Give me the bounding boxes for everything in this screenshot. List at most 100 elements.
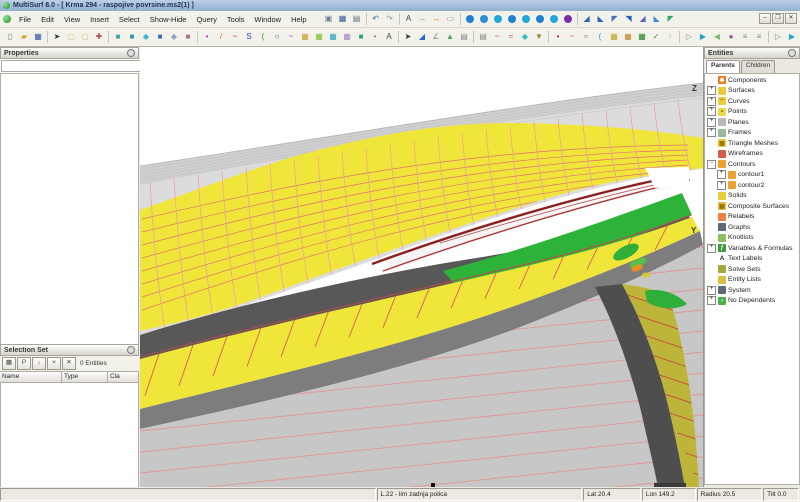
menu-tools[interactable]: Tools	[222, 13, 250, 26]
tree-item-relabels[interactable]: Relabels	[705, 212, 799, 223]
select-text-icon[interactable]: A	[402, 11, 416, 27]
insert-ccurve-icon[interactable]: S	[242, 29, 256, 45]
tab-parents[interactable]: Parents	[706, 60, 740, 73]
tree-item-surfaces[interactable]: +Surfaces	[705, 86, 799, 97]
persp-4-icon[interactable]: ◥	[622, 11, 636, 27]
pin-icon[interactable]	[788, 49, 796, 57]
show-all-icon[interactable]: ●	[724, 29, 738, 45]
query-report-icon[interactable]: ▤	[457, 29, 471, 45]
insert-helix-icon[interactable]: ~	[284, 29, 298, 45]
show-grid-2-icon[interactable]: ▦	[621, 29, 635, 45]
menu-select[interactable]: Select	[114, 13, 145, 26]
scale-entity-icon[interactable]: ◆	[167, 29, 181, 45]
persp-2-icon[interactable]: ◣	[594, 11, 608, 27]
menu-file[interactable]: File	[14, 13, 36, 26]
tree-item-frames[interactable]: +Frames	[705, 128, 799, 139]
tree-item-solids[interactable]: Solids	[705, 191, 799, 202]
insert-circle-icon[interactable]: ○	[270, 29, 284, 45]
show-normals-icon[interactable]: (	[593, 29, 607, 45]
tree-item-wireframes[interactable]: Wireframes	[705, 149, 799, 160]
show-check-icon[interactable]: ✓	[649, 29, 663, 45]
minimize-button[interactable]: –	[759, 13, 771, 24]
measure-icon[interactable]: ↔	[416, 11, 430, 27]
expander-plus-icon[interactable]: +	[717, 181, 726, 190]
insert-bcurve-icon[interactable]: ~	[228, 29, 242, 45]
tree-item-components[interactable]: ✱Components	[705, 75, 799, 86]
restore-button[interactable]: ❐	[772, 13, 784, 24]
menu-view[interactable]: View	[59, 13, 85, 26]
curvature-icon[interactable]: ~	[490, 29, 504, 45]
view-iso-icon[interactable]	[547, 11, 561, 27]
remove-button[interactable]: ×	[47, 357, 61, 370]
rotate-entity-icon[interactable]: ■	[153, 29, 167, 45]
render-icon[interactable]	[561, 11, 575, 27]
persp-6-icon[interactable]: ◣	[650, 11, 664, 27]
hide-all-icon[interactable]: ◀	[710, 29, 724, 45]
tree-item-entity-lists[interactable]: Entity Lists	[705, 275, 799, 286]
expander-plus-icon[interactable]: +	[707, 296, 716, 305]
expander-plus-icon[interactable]: +	[707, 97, 716, 106]
expander-plus-icon[interactable]: +	[707, 128, 716, 137]
show-selected-icon[interactable]: ▶	[696, 29, 710, 45]
insert-surface-1-icon[interactable]: ▦	[298, 29, 312, 45]
menu-insert[interactable]: Insert	[85, 13, 114, 26]
offset-icon[interactable]: ↔	[430, 11, 444, 27]
insert-surface-3-icon[interactable]: ▦	[326, 29, 340, 45]
tree-item-contours[interactable]: −Contours	[705, 159, 799, 170]
insert-solid-icon[interactable]: ■	[354, 29, 368, 45]
persp-7-icon[interactable]: ◤	[664, 11, 678, 27]
insert-line-icon[interactable]: /	[214, 29, 228, 45]
prev-view-icon[interactable]: ≡	[738, 29, 752, 45]
menu-show-hide[interactable]: Show-Hide	[145, 13, 192, 26]
tree-item-system[interactable]: +System	[705, 285, 799, 296]
print-icon[interactable]: ▤	[350, 11, 364, 27]
close-button[interactable]: ✕	[785, 13, 797, 24]
view-front-icon[interactable]	[463, 11, 477, 27]
tree-item-curves[interactable]: +~Curves	[705, 96, 799, 107]
paste-entity-icon[interactable]: ■	[125, 29, 139, 45]
expander-plus-icon[interactable]: +	[717, 170, 726, 179]
insert-arc-icon[interactable]: (	[256, 29, 270, 45]
query-distance-icon[interactable]: ◢	[415, 29, 429, 45]
flatten-icon[interactable]: ◆	[518, 29, 532, 45]
insert-surface-4-icon[interactable]: ▦	[340, 29, 354, 45]
tree-item-text-labels[interactable]: AText Labels	[705, 254, 799, 265]
show-mesh-icon[interactable]: ≈	[579, 29, 593, 45]
expander-plus-icon[interactable]: +	[707, 118, 716, 127]
move-down-button[interactable]: ↓	[32, 357, 46, 370]
insert-surface-2-icon[interactable]: ▦	[312, 29, 326, 45]
tab-children[interactable]: Children	[741, 60, 775, 73]
weights-icon[interactable]: ▼	[532, 29, 546, 45]
tree-item-composite-surfaces[interactable]: ▦Composite Surfaces	[705, 201, 799, 212]
persp-5-icon[interactable]: ◢	[636, 11, 650, 27]
show-grid-1-icon[interactable]: ▦	[607, 29, 621, 45]
copy-entity-icon[interactable]: ■	[111, 29, 125, 45]
pin-icon[interactable]	[127, 346, 135, 354]
tree-item-contour1[interactable]: +contour1	[705, 170, 799, 181]
view-back-icon[interactable]	[477, 11, 491, 27]
query-area-icon[interactable]: ▲	[443, 29, 457, 45]
copy-icon[interactable]: ▣	[322, 11, 336, 27]
expander-plus-icon[interactable]: +	[707, 286, 716, 295]
clear-button[interactable]: ✕	[62, 357, 76, 370]
pin-selection-button[interactable]: P	[17, 357, 31, 370]
delete-entity-icon[interactable]: ■	[181, 29, 195, 45]
expander-plus-icon[interactable]: +	[707, 86, 716, 95]
undo-icon[interactable]: ↶	[369, 11, 383, 27]
show-points-icon[interactable]: •	[551, 29, 565, 45]
query-angle-icon[interactable]: ∠	[429, 29, 443, 45]
hide-selected-icon[interactable]: ▷	[682, 29, 696, 45]
insert-label-icon[interactable]: A	[382, 29, 396, 45]
view-right-icon[interactable]	[505, 11, 519, 27]
tree-item-planes[interactable]: +Planes	[705, 117, 799, 128]
expander-minus-icon[interactable]: −	[707, 160, 716, 169]
new-file-icon[interactable]: ▯	[3, 29, 17, 45]
open-file-icon[interactable]: ▰	[17, 29, 31, 45]
persp-3-icon[interactable]: ◤	[608, 11, 622, 27]
next-view-icon[interactable]: ≡	[752, 29, 766, 45]
column-header-type[interactable]: Type	[62, 372, 108, 383]
pin-icon[interactable]	[127, 49, 135, 57]
tree-item-points[interactable]: +•Points	[705, 107, 799, 118]
porcupine-icon[interactable]: ≈	[504, 29, 518, 45]
view-bottom-icon[interactable]	[533, 11, 547, 27]
